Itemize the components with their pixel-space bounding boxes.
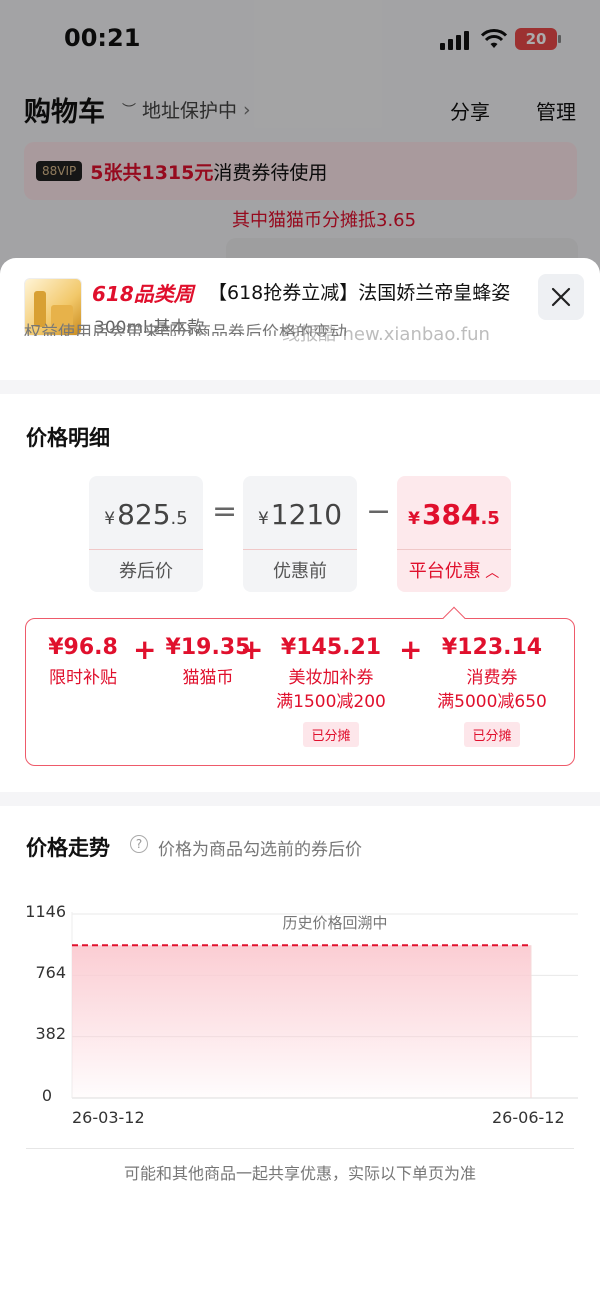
chart-divider [26, 1148, 574, 1149]
modal-overlay[interactable] [0, 0, 600, 280]
section-divider [0, 380, 600, 394]
x-tick-label: 26-06-12 [492, 1108, 565, 1127]
price-footnote: 可能和其他商品一起共享优惠，实际以下单页为准 [123, 1164, 476, 1183]
clipped-notice: 权益使用后会带来部分商品券后价格的变动 [24, 323, 347, 336]
discount-breakdown: ¥96.8 限时补贴 + ¥19.35 猫猫币 + ¥145.21 美妆加补券满… [25, 618, 575, 766]
after-coupon-price: ¥825.5 [104, 498, 188, 531]
platform-discount-toggle[interactable]: 平台优惠 ︿ [397, 557, 511, 583]
price-trend-note: 价格为商品勾选前的券后价 [158, 840, 362, 860]
section-divider [0, 792, 600, 806]
after-coupon-label: 券后价 [119, 561, 173, 582]
breakdown-item: ¥145.21 美妆加补券 满1500减200 已分摊 [266, 635, 396, 747]
breakdown-item: ¥123.14 消费券 满5000减650 已分摊 [426, 635, 558, 747]
original-price: ¥1210 [257, 498, 343, 531]
close-button[interactable] [538, 274, 584, 320]
platform-discount-box[interactable]: ¥384.5 平台优惠 ︿ [397, 476, 511, 592]
product-name: 【618抢券立减】法国娇兰帝皇蜂姿 [208, 282, 511, 304]
chevron-up-icon: ︿ [480, 565, 500, 581]
shared-badge: 已分摊 [303, 722, 359, 747]
close-icon [551, 287, 571, 307]
price-detail-sheet: 618品类周 【618抢券立减】法国娇兰帝皇蜂姿 300ml;基本款 线报酷-n… [0, 258, 600, 1298]
price-area-fill [72, 945, 531, 1098]
product-promo-tag: 618品类周 [92, 282, 194, 306]
plus-sign: + [240, 633, 264, 666]
price-trend-chart: 1146 764 382 0 历史价格回溯中 26-03-12 26-06-12 [0, 898, 600, 1138]
breakdown-item: ¥96.8 限时补贴 [48, 635, 118, 688]
equals-sign: = [212, 494, 238, 529]
plus-sign: + [133, 633, 157, 666]
chart-annotation: 历史价格回溯中 [282, 914, 387, 932]
chart-plot-area: 历史价格回溯中 [71, 912, 578, 1099]
x-tick-label: 26-03-12 [72, 1108, 145, 1127]
price-trend-title: 价格走势 [26, 836, 110, 860]
product-header: 618品类周 【618抢券立减】法国娇兰帝皇蜂姿 300ml;基本款 线报酷-n… [24, 278, 584, 348]
help-icon[interactable]: ? [130, 835, 148, 853]
price-detail-title: 价格明细 [26, 426, 110, 450]
after-coupon-price-box: ¥825.5 券后价 [89, 476, 203, 592]
plus-sign: + [399, 633, 423, 666]
original-price-label: 优惠前 [273, 561, 327, 582]
platform-discount: ¥384.5 [408, 498, 500, 531]
minus-sign: − [366, 494, 392, 529]
original-price-box: ¥1210 优惠前 [243, 476, 357, 592]
shared-badge: 已分摊 [464, 722, 520, 747]
